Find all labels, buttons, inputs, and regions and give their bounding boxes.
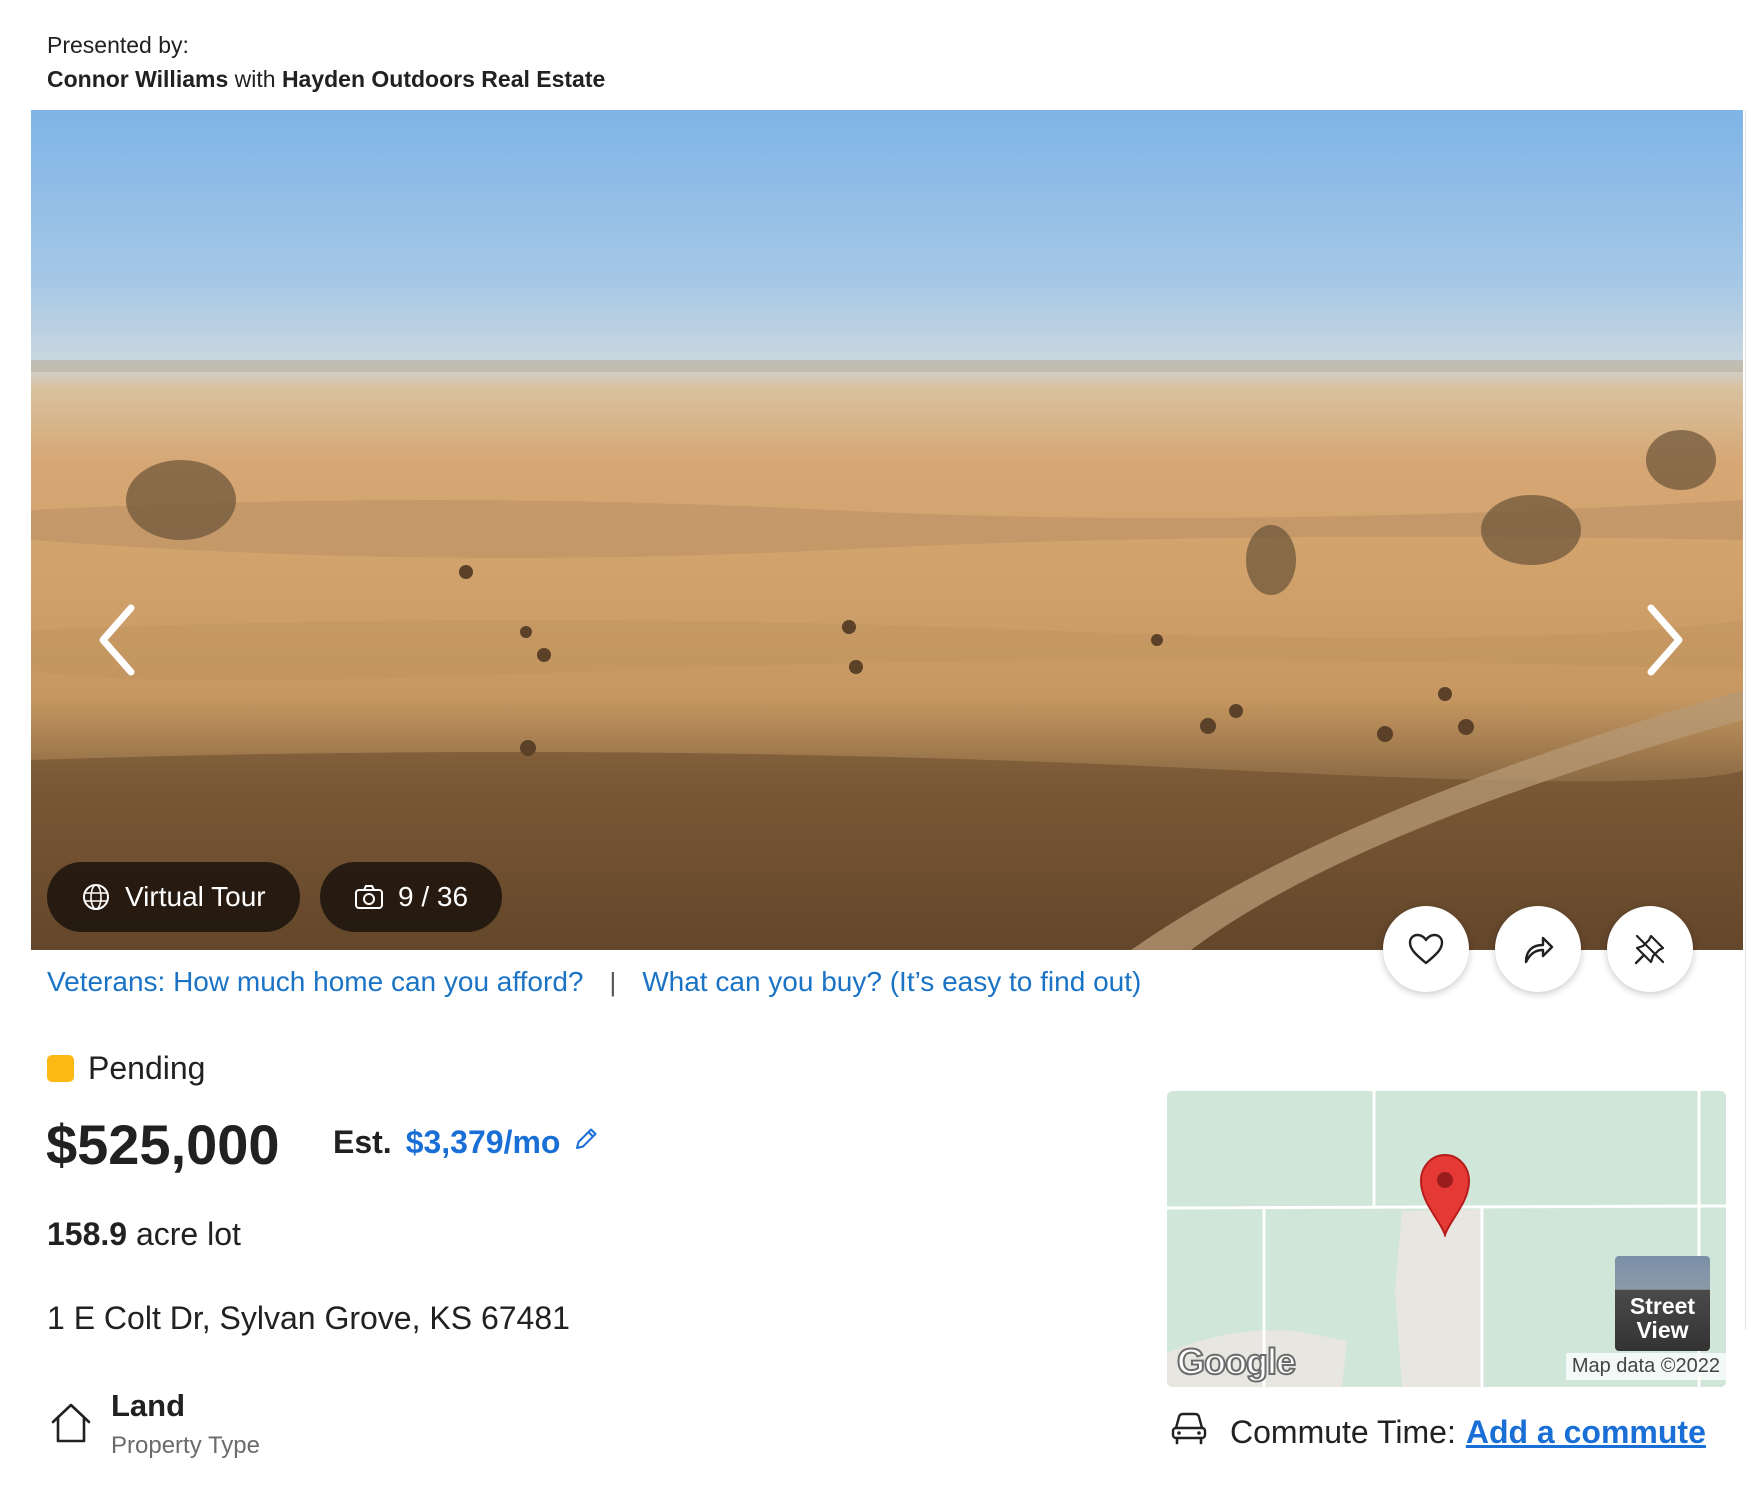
heart-icon <box>1408 933 1444 965</box>
promo-links: Veterans: How much home can you afford? … <box>47 966 1141 998</box>
listing-photo[interactable]: Virtual Tour 9 / 36 <box>31 110 1743 950</box>
property-type-label: Property Type <box>111 1432 260 1459</box>
virtual-tour-button[interactable]: Virtual Tour <box>47 862 300 932</box>
virtual-tour-label: Virtual Tour <box>125 881 266 912</box>
car-icon <box>1170 1410 1208 1454</box>
estimated-payment: Est. $3,379/mo <box>333 1124 600 1161</box>
google-logo: Google <box>1176 1340 1297 1383</box>
chevron-left-icon <box>99 604 135 676</box>
status-badge: Pending <box>47 1050 205 1087</box>
globe-www-icon <box>81 882 111 912</box>
share-arrow-icon <box>1524 936 1554 964</box>
commute-section: Commute Time: Add a commute <box>1170 1410 1706 1454</box>
brokerage-name: Hayden Outdoors Real Estate <box>281 66 606 92</box>
listing-price: $525,000 <box>46 1113 280 1176</box>
est-payment-link[interactable]: $3,379/mo <box>406 1124 561 1161</box>
landscape-image <box>31 360 1743 950</box>
status-indicator <box>47 1055 74 1082</box>
map-credit: Map data ©2022 <box>1565 1353 1726 1380</box>
house-icon <box>48 1400 94 1446</box>
street-view-button[interactable]: Street View <box>1615 1256 1710 1351</box>
presented-by: Presented by: Connor Williams with Hayde… <box>47 28 605 96</box>
commute-label: Commute Time: <box>1230 1413 1456 1450</box>
page-divider <box>1745 110 1746 1330</box>
share-button[interactable] <box>1495 906 1581 992</box>
favorite-button[interactable] <box>1383 906 1469 992</box>
chevron-right-icon <box>1647 604 1683 676</box>
status-text: Pending <box>88 1050 206 1086</box>
photo-counter: 9 / 36 <box>398 881 469 912</box>
veterans-afford-link[interactable]: Veterans: How much home can you afford? <box>47 966 583 998</box>
camera-icon <box>354 884 384 910</box>
promo-separator: | <box>609 966 617 997</box>
hide-listing-button[interactable] <box>1607 906 1693 992</box>
est-label: Est. <box>333 1124 392 1160</box>
lot-size-value: 158.9 <box>47 1216 128 1252</box>
lot-size-unit: acre lot <box>135 1216 241 1252</box>
presented-with: with <box>234 66 276 92</box>
pencil-icon[interactable] <box>572 1124 600 1161</box>
prev-photo-button[interactable] <box>91 600 151 680</box>
what-can-you-buy-link[interactable]: What can you buy? (It’s easy to find out… <box>642 966 1141 998</box>
agent-name: Connor Williams <box>47 66 229 92</box>
property-type-value: Land <box>111 1388 186 1423</box>
map-pin-icon <box>1419 1153 1471 1237</box>
add-commute-link[interactable]: Add a commute <box>1466 1414 1706 1451</box>
hide-pin-icon <box>1634 934 1665 965</box>
presented-by-label: Presented by: <box>47 32 189 58</box>
street-view-label: Street View <box>1629 1293 1696 1343</box>
lot-size: 158.9 acre lot <box>47 1216 241 1253</box>
location-map[interactable]: Street View Google Map data ©2022 <box>1167 1091 1726 1387</box>
listing-address: 1 E Colt Dr, Sylvan Grove, KS 67481 <box>47 1300 570 1336</box>
photo-counter-button[interactable]: 9 / 36 <box>320 862 503 932</box>
next-photo-button[interactable] <box>1631 600 1691 680</box>
